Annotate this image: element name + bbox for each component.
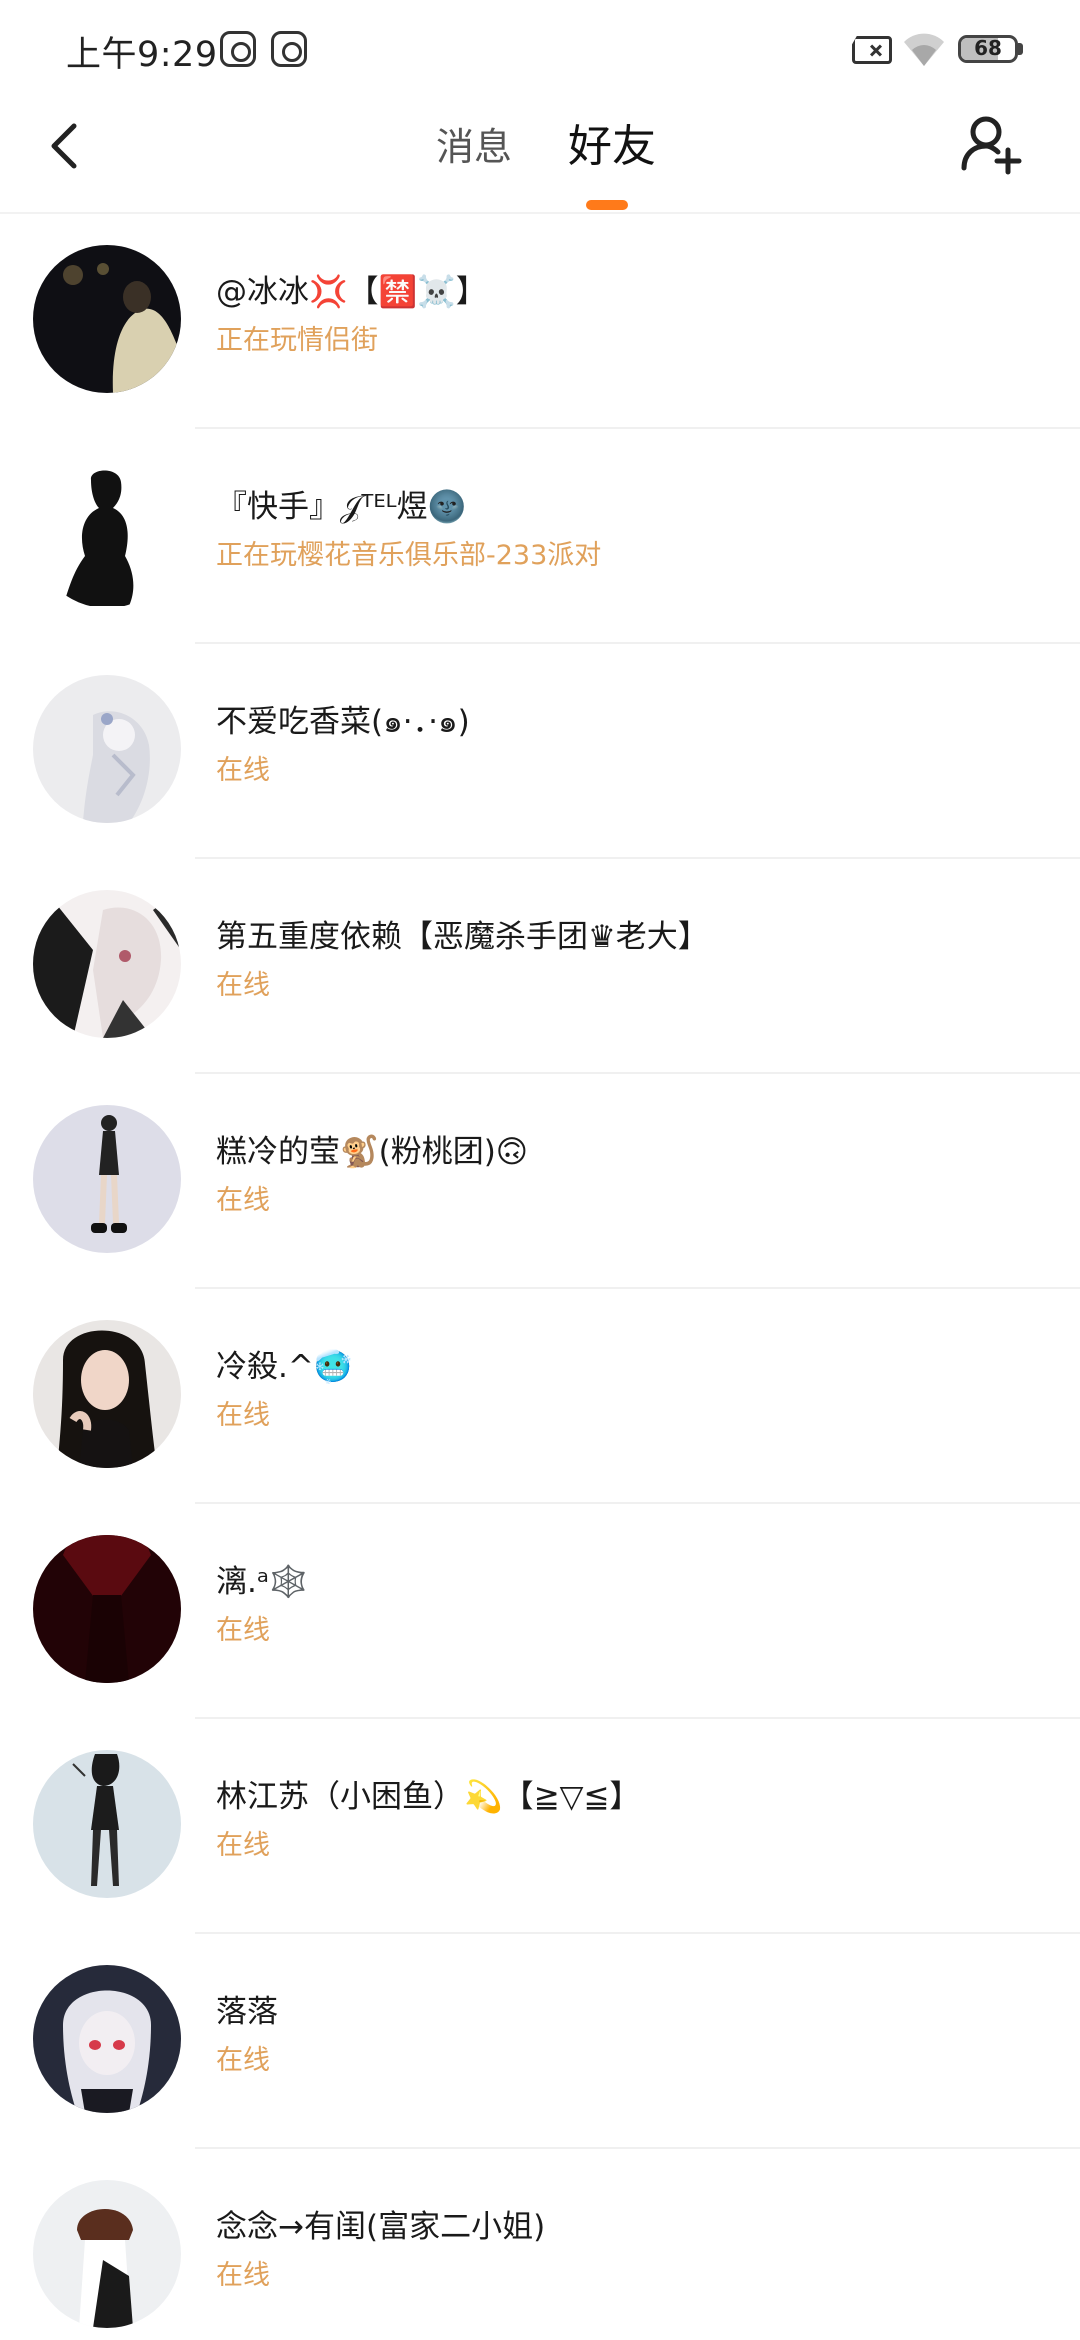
friend-row[interactable]: 不爱吃香菜(๑·．·๑) 在线 [0, 644, 1080, 859]
friend-row[interactable]: 念念→有闺(富家二小姐) 在线 [0, 2149, 1080, 2340]
battery-nub [1018, 43, 1023, 55]
friend-status: 在线 [216, 1185, 270, 1216]
friend-row[interactable]: 漓.ᵃ🕸️ 在线 [0, 1504, 1080, 1719]
friend-name: 第五重度依赖【恶魔杀手团♛老大】 [216, 919, 709, 955]
status-time: 上午9:29 [66, 35, 218, 75]
friend-status: 在线 [216, 755, 270, 786]
battery-icon: 68 [958, 35, 1018, 63]
friend-status: 在线 [216, 2045, 270, 2076]
friend-status: 在线 [216, 2260, 270, 2291]
friend-status: 正在玩樱花音乐俱乐部-233派对 [216, 540, 602, 571]
battery-level: 68 [974, 36, 1002, 60]
avatar [33, 1105, 181, 1253]
chevron-left-icon [51, 123, 77, 169]
friend-row[interactable]: 冷殺.^🥶 在线 [0, 1289, 1080, 1504]
friend-list: @冰冰💢【🈲☠️】 正在玩情侣街 『快手』𝒥ᵀᴱᴸ煜🌚 正在玩樱花音乐俱乐部-2… [0, 214, 1080, 2340]
tab-friends[interactable]: 好友 [568, 110, 656, 174]
friend-row[interactable]: @冰冰💢【🈲☠️】 正在玩情侣街 [0, 214, 1080, 429]
avatar [33, 1535, 181, 1683]
friend-name: 不爱吃香菜(๑·．·๑) [216, 704, 470, 740]
friend-name: 糕冷的莹🐒(粉桃团)🙃 [216, 1134, 529, 1170]
friend-row[interactable]: 落落 在线 [0, 1934, 1080, 2149]
friend-name: 漓.ᵃ🕸️ [216, 1564, 308, 1600]
friend-name: 冷殺.^🥶 [216, 1349, 353, 1385]
avatar [33, 1965, 181, 2113]
avatar [33, 2180, 181, 2328]
wifi-icon [902, 28, 946, 68]
avatar [33, 890, 181, 1038]
add-person-icon [961, 116, 1022, 175]
friend-row[interactable]: 糕冷的莹🐒(粉桃团)🙃 在线 [0, 1074, 1080, 1289]
avatar [33, 460, 181, 608]
notification-icon [220, 31, 256, 67]
friend-status: 正在玩情侣街 [216, 325, 378, 356]
status-bar: 上午9:29 68 [0, 0, 1080, 96]
tab-indicator [586, 200, 628, 210]
friend-row[interactable]: 『快手』𝒥ᵀᴱᴸ煜🌚 正在玩樱花音乐俱乐部-233派对 [0, 429, 1080, 644]
friend-row[interactable]: 第五重度依赖【恶魔杀手团♛老大】 在线 [0, 859, 1080, 1074]
avatar [33, 675, 181, 823]
friend-name: 落落 [216, 1994, 278, 2030]
friend-name: @冰冰💢【🈲☠️】 [216, 274, 487, 310]
friend-status: 在线 [216, 1615, 270, 1646]
sim-error-icon [852, 36, 892, 64]
tab-messages[interactable]: 消息 [436, 116, 512, 171]
avatar [33, 1750, 181, 1898]
back-button[interactable] [36, 116, 96, 176]
friend-row[interactable]: 林江苏（小困鱼）💫【≧▽≦】 在线 [0, 1719, 1080, 1934]
header: 消息 好友 [0, 96, 1080, 214]
friend-status: 在线 [216, 1400, 270, 1431]
notification-icon [271, 31, 307, 67]
add-friend-button[interactable] [958, 110, 1026, 178]
avatar [33, 245, 181, 393]
avatar [33, 1320, 181, 1468]
friend-name: 念念→有闺(富家二小姐) [216, 2209, 546, 2245]
friend-status: 在线 [216, 970, 270, 1001]
friend-name: 『快手』𝒥ᵀᴱᴸ煜🌚 [216, 489, 467, 525]
friend-name: 林江苏（小困鱼）💫【≧▽≦】 [216, 1779, 641, 1815]
friend-status: 在线 [216, 1830, 270, 1861]
